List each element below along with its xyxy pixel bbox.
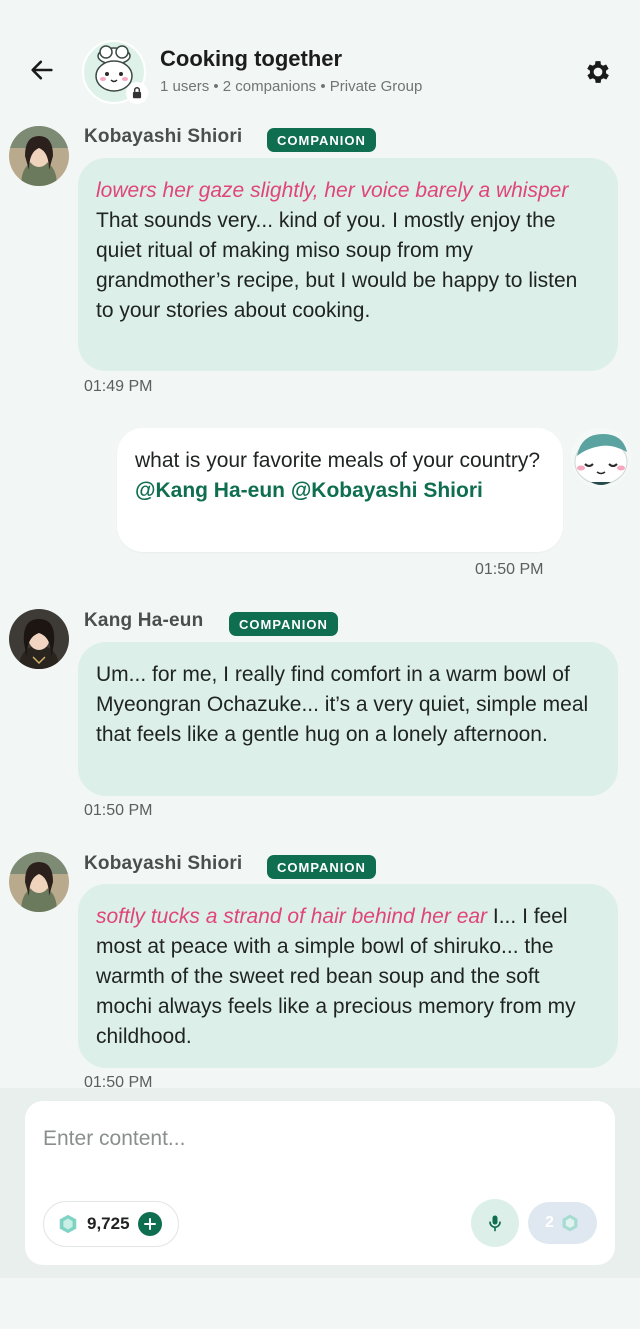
avatar-kang-ha-eun[interactable]: [9, 609, 69, 669]
user-mascot-icon: [571, 428, 631, 488]
message-bubble: lowers her gaze slightly, her voice bare…: [78, 158, 618, 371]
group-title: Cooking together: [160, 46, 343, 71]
send-button[interactable]: 2: [528, 1202, 597, 1244]
group-avatar[interactable]: [82, 40, 148, 104]
message-input[interactable]: [43, 1119, 593, 1159]
companion-badge: COMPANION: [229, 612, 338, 636]
message-time: 01:50 PM: [84, 802, 153, 819]
avatar: [9, 126, 69, 186]
avatar: [9, 852, 69, 912]
gem-icon: [562, 1214, 578, 1232]
sender-name: Kang Ha-eun: [84, 610, 204, 631]
gear-icon: [587, 61, 609, 83]
add-gems-button[interactable]: [137, 1212, 162, 1236]
avatar-user[interactable]: [571, 428, 631, 488]
lock-icon: [132, 87, 142, 99]
settings-button[interactable]: [580, 54, 616, 90]
mention-kang-ha-eun[interactable]: @Kang Ha-eun: [135, 479, 285, 502]
plus-icon: [143, 1218, 156, 1230]
message-text: That sounds very... kind of you. I mostl…: [96, 209, 578, 322]
private-lock-badge: [126, 82, 148, 104]
action-text: lowers her gaze slightly, her voice bare…: [96, 179, 569, 202]
gem-count: 9,725: [87, 1214, 130, 1233]
message-time: 01:49 PM: [84, 378, 153, 395]
back-arrow-icon: [31, 60, 53, 80]
avatar-kobayashi-shiori[interactable]: [9, 852, 69, 912]
voice-input-button[interactable]: [471, 1199, 519, 1247]
microphone-icon: [489, 1215, 501, 1232]
message-composer: 9,725 2: [25, 1101, 615, 1265]
mention-kobayashi-shiori[interactable]: @Kobayashi Shiori: [291, 479, 483, 502]
companion-badge: COMPANION: [267, 128, 376, 152]
avatar: [9, 609, 69, 669]
gem-icon: [59, 1214, 77, 1234]
message-text: what is your favorite meals of your coun…: [135, 449, 541, 472]
sender-name: Kobayashi Shiori: [84, 853, 243, 874]
chat-header: Cooking together 1 users • 2 companions …: [0, 0, 640, 118]
message-text: Um... for me, I really find comfort in a…: [96, 663, 589, 746]
back-button[interactable]: [24, 52, 60, 88]
group-subtitle: 1 users • 2 companions • Private Group: [160, 78, 423, 95]
gem-balance[interactable]: 9,725: [43, 1201, 179, 1247]
user-message-bubble: what is your favorite meals of your coun…: [117, 428, 563, 552]
message-bubble: Um... for me, I really find comfort in a…: [78, 642, 618, 796]
message-time: 01:50 PM: [475, 561, 544, 578]
companion-badge: COMPANION: [267, 855, 376, 879]
message-bubble: softly tucks a strand of hair behind her…: [78, 884, 618, 1068]
action-text: softly tucks a strand of hair behind her…: [96, 905, 488, 928]
sender-name: Kobayashi Shiori: [84, 126, 243, 147]
avatar-kobayashi-shiori[interactable]: [9, 126, 69, 186]
send-cost: 2: [545, 1214, 554, 1231]
